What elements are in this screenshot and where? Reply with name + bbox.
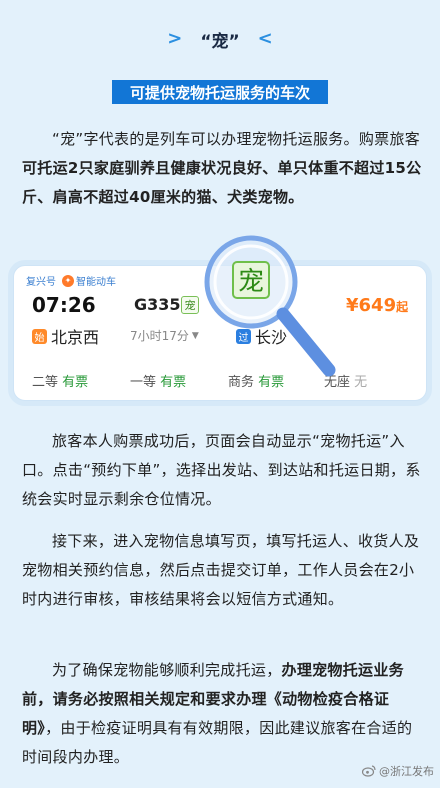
intro-text: “宠”字代表的是列车可以办理宠物托运服务。购票旅客 [52,130,421,148]
start-station-badge: 始 [32,328,47,344]
magnified-pet-char: 宠 [238,267,264,297]
paragraph-booking: 旅客本人购票成功后，页面会自动显示“宠物托运”入口。点击“预约下单”，选择出发站… [22,427,422,514]
seat-status: 有票 [62,375,89,390]
seat-name: 二等 [32,375,59,390]
chevron-right-icon: > [167,28,183,49]
booking-text: 旅客本人购票成功后，页面会自动显示“宠物托运”入口。点击“预约下单”，选择出发站… [22,432,421,508]
watermark-text: @浙江发布 [379,765,434,778]
quarantine-text-2: ，由于检疫证明具有有效期限，因此建议旅客在合适的时间段内办理。 [22,719,413,766]
tag-fuxing: 复兴号 [26,277,56,288]
smart-train-icon: ✦ [62,274,74,287]
weibo-watermark: @浙江发布 [362,763,434,779]
tag-smart-label: 智能动车 [76,277,116,288]
chevron-left-icon: < [257,28,273,49]
intro-bold-text: 可托运2只家庭驯养且健康状况良好、单只体重不超过15公斤、肩高不超过40厘米的猫… [22,159,422,206]
caret-down-icon: ▼ [191,330,199,341]
seat-first-class: 一等 有票 [130,371,186,390]
train-tags: 复兴号 ✦ 智能动车 [26,273,116,288]
magnifier-icon: 宠 [204,235,336,377]
train-number[interactable]: G335 [134,295,181,314]
depart-station-name: 北京西 [51,328,100,347]
paragraph-quarantine: 为了确保宠物能够顺利完成托运，办理宠物托运业务前，请务必按照相关规定和要求办理《… [22,656,422,772]
seat-status: 无 [354,375,368,390]
subtitle-banner: 可提供宠物托运服务的车次 [112,80,328,104]
seat-name: 一等 [130,375,157,390]
section-title: “宠” [200,31,240,52]
seat-second-class: 二等 有票 [32,371,88,390]
tag-smart-emu: ✦ 智能动车 [62,273,116,288]
ticket-price: ¥649起 [346,295,408,316]
seat-status: 有票 [160,375,187,390]
section-header: > “宠” < [0,26,440,52]
depart-time: 07:26 [32,293,96,317]
trip-duration[interactable]: 7小时17分 ▼ [130,327,199,344]
info-fill-text: 接下来，进入宠物信息填写页，填写托运人、收货人及宠物相关预约信息，然后点击提交订… [22,532,420,608]
depart-station: 始 北京西 [32,324,99,348]
weibo-logo-icon [362,765,376,777]
price-suffix: 起 [396,300,409,314]
price-symbol: ¥ [346,295,359,316]
duration-text: 7小时17分 [130,329,189,343]
pet-service-badge: 宠 [181,296,199,314]
quarantine-text-1: 为了确保宠物能够顺利完成托运， [52,661,282,679]
price-value: 649 [358,295,397,316]
paragraph-intro: “宠”字代表的是列车可以办理宠物托运服务。购票旅客可托运2只家庭驯养且健康状况良… [22,125,422,212]
paragraph-info-fill: 接下来，进入宠物信息填写页，填写托运人、收货人及宠物相关预约信息，然后点击提交订… [22,527,422,614]
